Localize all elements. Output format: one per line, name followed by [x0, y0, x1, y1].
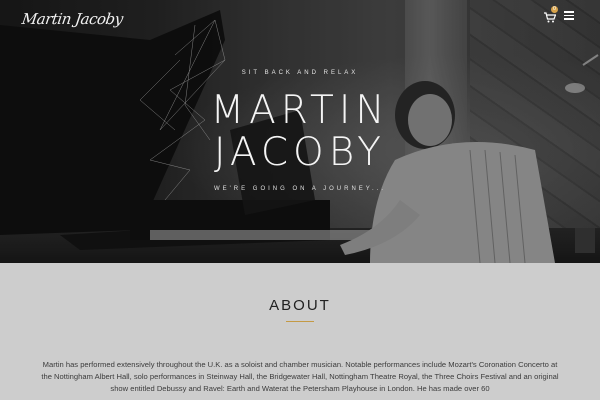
- cart-icon[interactable]: 0: [544, 6, 558, 23]
- hero-tagline-top: SIT BACK AND RELAX: [241, 70, 359, 76]
- about-paragraph: Martin has performed extensively through…: [41, 360, 559, 393]
- hero-title: MARTIN JACOBY: [0, 90, 600, 174]
- cart-count-badge: 0: [551, 6, 558, 13]
- hero-banner: Martin Jacoby 0 SIT BACK AND RELAX MARTI…: [0, 0, 600, 263]
- hero-title-line2: JACOBY: [214, 130, 386, 175]
- menu-icon[interactable]: [564, 11, 574, 20]
- about-divider: [286, 321, 314, 322]
- about-heading: ABOUT: [269, 297, 331, 314]
- about-section: ABOUT Martin has performed extensively t…: [0, 263, 600, 400]
- hero-tagline-bottom: WE'RE GOING ON A JOURNEY...: [213, 186, 387, 192]
- hero-title-line1: MARTIN: [210, 88, 390, 133]
- site-logo[interactable]: Martin Jacoby: [21, 10, 124, 28]
